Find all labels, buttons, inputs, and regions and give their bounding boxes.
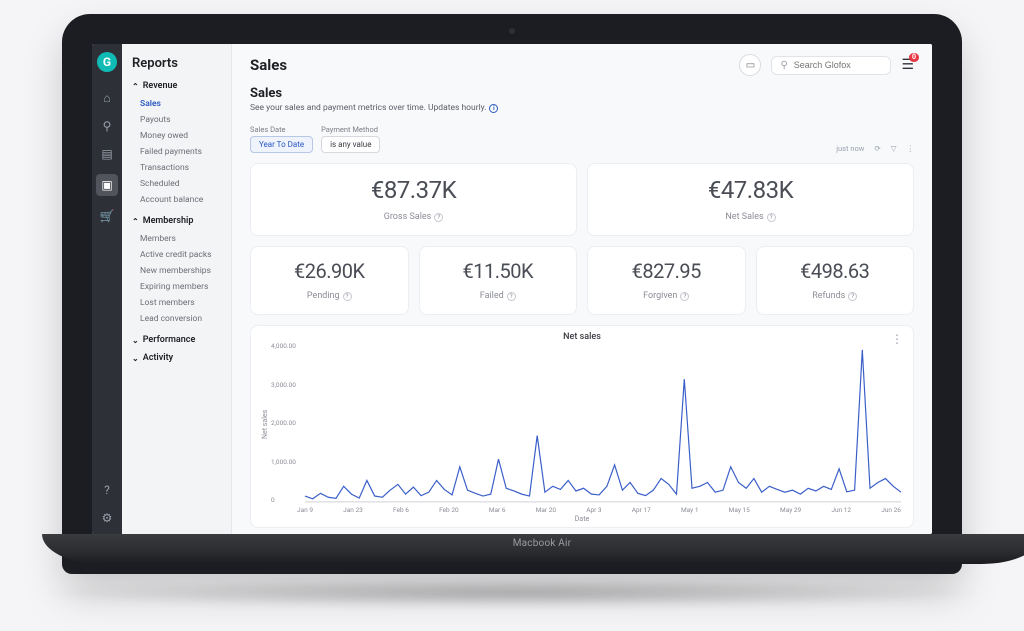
filter-icon[interactable]: ▽ — [891, 144, 897, 153]
x-tick: Apr 17 — [632, 506, 651, 514]
x-tick: May 29 — [780, 506, 801, 514]
home-icon[interactable]: ⌂ — [99, 90, 115, 106]
main-area: Sales ▭ ⚲ ☰ 0 Sales See your — [232, 44, 932, 534]
search-icon: ⚲ — [780, 60, 787, 71]
sidebar-item-scheduled[interactable]: Scheduled — [132, 176, 221, 192]
info-icon[interactable]: i — [489, 104, 498, 113]
x-tick: Jan 23 — [343, 506, 363, 514]
sidebar-item-active-credit-packs[interactable]: Active credit packs — [132, 247, 221, 263]
sidebar-item-failed-payments[interactable]: Failed payments — [132, 144, 221, 160]
metric-net-sales: €47.83KNet Sales? — [587, 163, 914, 236]
x-tick: Jan 9 — [297, 506, 313, 514]
x-tick: Apr 3 — [586, 506, 601, 514]
section-performance[interactable]: ⌄Performance — [132, 335, 221, 345]
y-axis-label: Net sales — [259, 342, 271, 506]
refresh-icon[interactable]: ⟳ — [874, 144, 880, 153]
sidebar-item-expiring-members[interactable]: Expiring members — [132, 279, 221, 295]
section-activity[interactable]: ⌄Activity — [132, 353, 221, 363]
icon-navbar: G ⌂ ⚲ ▤ ▣ 🛒 ? ⚙ — [92, 44, 122, 534]
x-tick: Mar 20 — [536, 506, 556, 514]
sidebar-item-lost-members[interactable]: Lost members — [132, 295, 221, 311]
payment-method-filter[interactable]: is any value — [321, 136, 380, 153]
help-icon[interactable]: ? — [767, 213, 776, 222]
help-icon[interactable]: ? — [99, 482, 115, 498]
help-icon[interactable]: ? — [434, 213, 443, 222]
reports-icon[interactable]: ▣ — [96, 174, 118, 196]
filter-bar: Sales Date Year To Date Payment Method i… — [250, 125, 914, 153]
chart-title: Net sales — [259, 332, 905, 342]
page-title: Sales — [250, 56, 729, 74]
help-icon[interactable]: ? — [848, 292, 857, 301]
sales-date-label: Sales Date — [250, 125, 313, 134]
search-input[interactable] — [794, 60, 883, 70]
last-updated: just now — [836, 144, 864, 153]
menu-button[interactable]: ☰ 0 — [901, 57, 914, 73]
laptop-base: Macbook Air — [42, 534, 1024, 564]
metric-gross-sales: €87.37KGross Sales? — [250, 163, 577, 236]
x-tick: Feb 6 — [393, 506, 409, 514]
messages-button[interactable]: ▭ — [739, 54, 761, 76]
x-tick: May 15 — [729, 506, 750, 514]
x-tick: Jun 12 — [831, 506, 851, 514]
panel-description: See your sales and payment metrics over … — [250, 103, 914, 113]
sidebar-item-transactions[interactable]: Transactions — [132, 160, 221, 176]
settings-icon[interactable]: ⚙ — [99, 510, 115, 526]
net-sales-chart: Net sales ⋮ Net sales 01,000.002,000.003… — [250, 325, 914, 528]
x-axis-label: Date — [259, 515, 905, 523]
sales-date-filter[interactable]: Year To Date — [250, 136, 313, 153]
laptop-label: Macbook Air — [42, 534, 1024, 549]
x-tick: Feb 20 — [439, 506, 459, 514]
notification-badge: 0 — [909, 53, 919, 62]
x-tick: Jun 26 — [881, 506, 901, 514]
sidebar-item-sales[interactable]: Sales — [132, 96, 221, 112]
sidepanel-title: Reports — [132, 56, 221, 71]
x-tick: Mar 6 — [489, 506, 506, 514]
sidebar-item-new-memberships[interactable]: New memberships — [132, 263, 221, 279]
metric-failed: €11.50KFailed? — [419, 246, 578, 315]
laptop-camera — [509, 28, 515, 34]
section-membership[interactable]: ⌃Membership — [132, 216, 221, 226]
laptop-shadow — [32, 578, 992, 608]
reports-sidepanel: Reports ⌃Revenue SalesPayoutsMoney owedFa… — [122, 44, 232, 534]
x-tick: May 1 — [681, 506, 699, 514]
panel-heading: Sales — [250, 86, 914, 101]
search-box[interactable]: ⚲ — [771, 56, 891, 75]
metric-refunds: €498.63Refunds? — [756, 246, 915, 315]
cart-icon[interactable]: 🛒 — [99, 208, 115, 224]
clipboard-icon[interactable]: ▤ — [99, 146, 115, 162]
app-logo[interactable]: G — [97, 52, 117, 72]
sidebar-item-members[interactable]: Members — [132, 231, 221, 247]
sidebar-item-account-balance[interactable]: Account balance — [132, 192, 221, 208]
metric-forgiven: €827.95Forgiven? — [587, 246, 746, 315]
sidebar-item-payouts[interactable]: Payouts — [132, 112, 221, 128]
more-icon[interactable]: ⋮ — [907, 144, 915, 153]
section-revenue[interactable]: ⌃Revenue — [132, 81, 221, 91]
help-icon[interactable]: ? — [343, 292, 352, 301]
help-icon[interactable]: ? — [680, 292, 689, 301]
topbar: Sales ▭ ⚲ ☰ 0 — [232, 44, 932, 86]
metric-pending: €26.90KPending? — [250, 246, 409, 315]
payment-method-label: Payment Method — [321, 125, 380, 134]
sidebar-item-money-owed[interactable]: Money owed — [132, 128, 221, 144]
sidebar-item-lead-conversion[interactable]: Lead conversion — [132, 311, 221, 327]
search-nav-icon[interactable]: ⚲ — [99, 118, 115, 134]
help-icon[interactable]: ? — [507, 292, 516, 301]
